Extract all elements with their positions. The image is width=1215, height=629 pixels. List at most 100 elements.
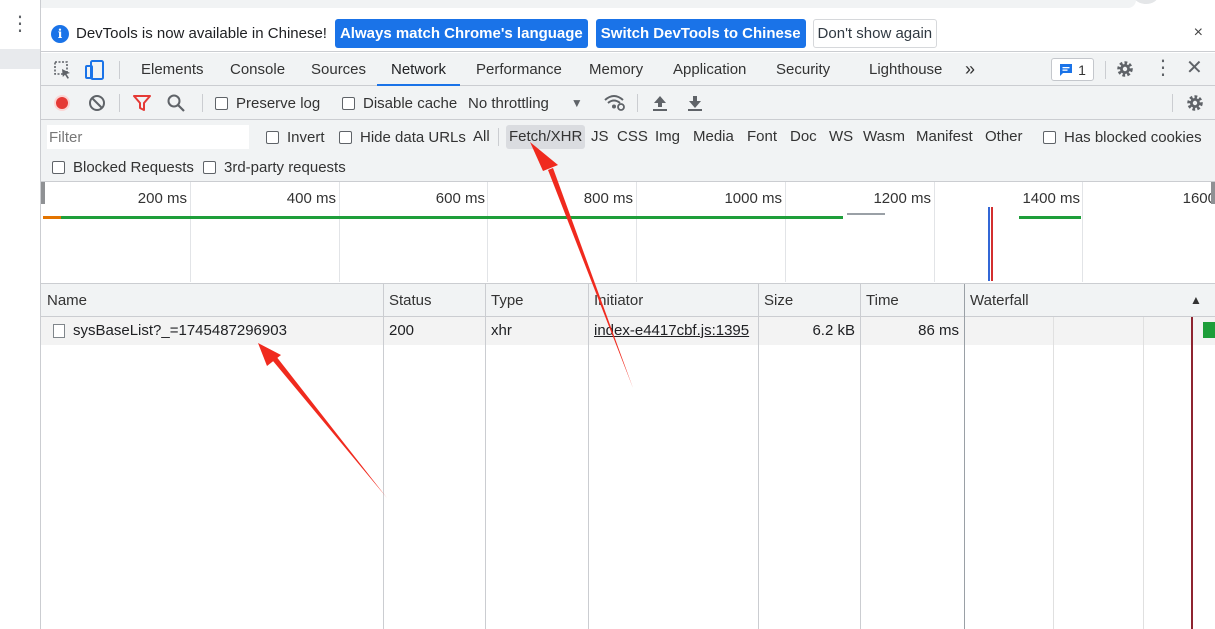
tab-performance[interactable]: Performance [476,53,562,86]
type-filter-other[interactable]: Other [982,125,1026,149]
type-filter-doc[interactable]: Doc [787,125,820,149]
match-language-button[interactable]: Always match Chrome's language [334,19,588,48]
sort-ascending-icon[interactable]: ▲ [1184,284,1202,317]
disable-cache-label: Disable cache [363,94,458,112]
type-filter-wasm[interactable]: Wasm [860,125,908,149]
column-divider [485,284,486,629]
infobar-message: DevTools is now available in Chinese! [76,25,327,42]
has-blocked-cookies-checkbox[interactable]: Has blocked cookies [1043,122,1202,152]
overview-tick-label: 1200 ms [873,190,931,207]
third-party-checkbox[interactable]: 3rd-party requests [203,152,346,182]
request-initiator-link[interactable]: index-e4417cbf.js:1395 [594,317,749,345]
overview-left-handle[interactable] [41,182,45,204]
page-menu-icon[interactable]: ⋮ [10,14,30,34]
request-icon [53,317,65,345]
request-size: 6.2 kB [812,322,855,339]
load-event-marker [991,207,993,281]
column-divider [860,284,861,629]
overview-right-handle[interactable] [1211,182,1215,204]
avatar [1134,0,1158,4]
disable-cache-checkbox[interactable]: Disable cache [342,86,457,120]
column-type[interactable]: Type [485,284,524,317]
overview-bar-green-2 [1019,216,1081,219]
search-icon[interactable] [167,86,185,120]
network-settings-icon[interactable] [1185,86,1205,120]
filter-input[interactable] [47,125,249,149]
tab-lighthouse[interactable]: Lighthouse [869,53,942,86]
type-filter-img[interactable]: Img [652,125,683,149]
device-toolbar-icon[interactable] [84,60,106,84]
browser-top-edge [41,0,1215,16]
network-conditions-icon[interactable] [604,86,626,120]
import-har-icon[interactable] [652,86,668,120]
clear-icon[interactable] [88,86,106,120]
hide-data-urls-label: Hide data URLs [360,128,466,146]
tab-memory[interactable]: Memory [589,53,643,86]
filter-icon[interactable] [133,86,151,120]
column-initiator[interactable]: Initiator [588,284,643,317]
column-divider [588,284,589,629]
network-toolbar: Preserve log Disable cache No throttling… [41,86,1215,120]
page-left-strip: ⋮ [0,0,41,629]
blocked-requests-checkbox[interactable]: Blocked Requests [52,152,194,182]
tab-sources[interactable]: Sources [311,53,366,86]
record-icon[interactable] [53,86,71,120]
blocked-requests-label: Blocked Requests [73,158,194,176]
column-time[interactable]: Time [860,284,899,317]
separator [637,94,638,112]
table-row[interactable]: sysBaseList?_=1745487296903 200 xhr inde… [41,317,1215,345]
waterfall-bar [1203,322,1215,338]
overview-gridline [190,182,191,282]
export-har-icon[interactable] [687,86,703,120]
request-name[interactable]: sysBaseList?_=1745487296903 [73,317,287,345]
switch-chinese-button[interactable]: Switch DevTools to Chinese [595,19,806,48]
tab-security[interactable]: Security [776,53,830,86]
request-status: 200 [389,322,415,339]
issues-button[interactable]: 1 [1051,58,1094,81]
network-overview[interactable]: 200 ms 400 ms 600 ms 800 ms 1000 ms 1200… [41,182,1215,284]
overview-gridline [1082,182,1083,282]
preserve-log-checkbox[interactable]: Preserve log [215,86,320,120]
type-filter-manifest[interactable]: Manifest [913,125,976,149]
dom-content-loaded-marker [988,207,990,281]
inspect-element-icon[interactable] [53,60,73,84]
language-infobar: i DevTools is now available in Chinese! … [41,16,1215,52]
type-filter-js[interactable]: JS [588,125,612,149]
overview-bar-orange [43,216,61,219]
separator [202,94,203,112]
type-filter-ws[interactable]: WS [826,125,856,149]
more-tabs-button[interactable]: » [965,53,975,86]
tab-application[interactable]: Application [673,53,746,86]
column-status[interactable]: Status [383,284,432,317]
tab-elements[interactable]: Elements [141,53,204,86]
waterfall-gridline [1053,317,1054,629]
message-icon [1060,63,1073,76]
throttling-select[interactable]: No throttling ▼ [468,86,583,120]
overview-tick-label: 1400 ms [1022,190,1080,207]
tab-network[interactable]: Network [377,53,461,86]
overview-tick-label: 1600 [1182,190,1215,207]
column-name[interactable]: Name [41,284,87,317]
request-type: xhr [491,322,512,339]
type-filter-fetch-xhr[interactable]: Fetch/XHR [506,125,586,149]
kebab-menu-icon[interactable]: ⋮ [1153,58,1173,78]
type-filter-font[interactable]: Font [744,125,780,149]
tab-console[interactable]: Console [230,53,285,86]
gear-icon[interactable] [1115,59,1135,83]
column-size[interactable]: Size [758,284,793,317]
dont-show-again-button[interactable]: Don't show again [812,19,938,48]
type-filter-media[interactable]: Media [690,125,737,149]
separator [1105,61,1106,79]
separator [119,61,120,79]
info-icon: i [51,24,69,43]
type-filter-css[interactable]: CSS [614,125,651,149]
overview-gridline [636,182,637,282]
column-waterfall[interactable]: Waterfall [964,284,1029,317]
invert-checkbox[interactable]: Invert [266,122,325,152]
hide-data-urls-checkbox[interactable]: Hide data URLs [339,122,466,152]
type-filter-all[interactable]: All [470,125,493,149]
column-divider [758,284,759,629]
close-icon[interactable]: × [1194,24,1203,42]
column-divider [383,284,384,629]
close-devtools-icon[interactable]: ✕ [1186,58,1203,78]
